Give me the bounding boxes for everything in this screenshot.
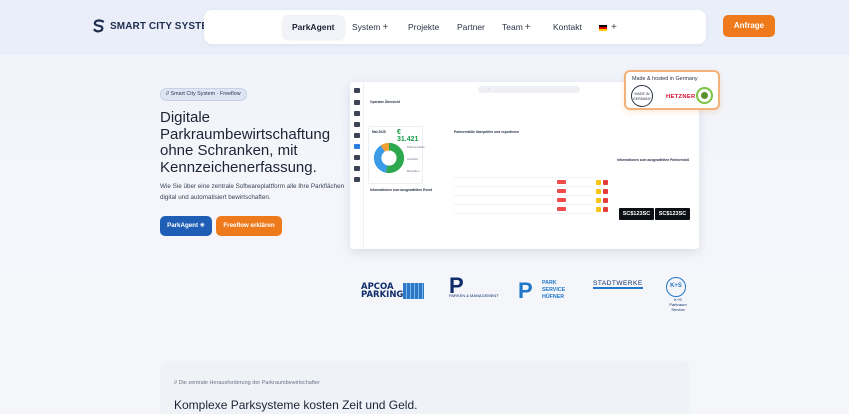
list-title: Parkverstöße überprüfen und exportieren	[454, 130, 520, 134]
headline-line: Parkraumbewirtschaftung	[160, 125, 331, 143]
status-badge	[557, 189, 566, 193]
delete-icon	[603, 198, 608, 203]
warning-icon	[596, 180, 601, 185]
partner-logo-stadtwerke: STADTWERKE	[593, 280, 643, 289]
anfrage-button[interactable]: Anfrage	[723, 15, 775, 37]
ks-logo-icon: K+S	[666, 277, 686, 297]
flag-de-icon	[599, 24, 607, 31]
mock-sidebar	[350, 82, 364, 249]
hetzner-logo: HETZNER	[666, 94, 696, 100]
globe-icon	[354, 133, 360, 138]
users-icon	[354, 166, 360, 171]
delete-icon	[603, 180, 608, 185]
made-in-germany-badge: Made & hosted in Germany MADE IN GERMANY…	[624, 70, 720, 110]
delete-icon	[603, 207, 608, 212]
partner-name: STADTWERKE	[593, 280, 643, 289]
headline-line: ohne Schranken, mit	[160, 142, 298, 159]
table-row	[454, 213, 594, 214]
grid-icon	[354, 111, 360, 116]
warning-icon	[596, 207, 601, 212]
mock-page-title: Operator Übersicht	[370, 100, 401, 104]
freeflow-button[interactable]: Freeflow erklären	[216, 216, 282, 236]
settings-icon	[354, 177, 360, 182]
apcoa-grid-icon	[403, 283, 424, 299]
donut-chart	[373, 142, 405, 174]
month-label: Mai 2025	[372, 130, 386, 134]
made-badge-title: Made & hosted in Germany	[632, 76, 698, 82]
nav-item-system[interactable]: System +	[352, 10, 388, 44]
status-badge	[557, 207, 566, 211]
nav-item-kontakt[interactable]: Kontakt	[553, 10, 582, 44]
partner-logo-ks: K+S K+S Parkraum Service	[666, 277, 690, 312]
hero-subtext: Wie Sie über eine zentrale Softwareplatt…	[160, 183, 345, 201]
partner-logo-parken-management: P PARKEN & MANAGEMENT	[449, 275, 499, 298]
partner-name: APCOA PARKING	[361, 282, 404, 300]
table-row	[454, 204, 594, 205]
camera-icon	[354, 155, 360, 160]
detail-title: Informationen zum ausgewählten Parkverst…	[617, 158, 690, 162]
headline-line: Kennzeichenerfassung.	[160, 158, 317, 176]
hero-badge: // Smart City System · Freeflow	[160, 88, 247, 101]
status-badge	[557, 180, 566, 184]
legend-item: Parkverstöße	[407, 145, 425, 149]
status-badge	[557, 198, 566, 202]
download-icon	[354, 122, 360, 127]
mock-search-input: ⌕	[478, 86, 580, 93]
language-switcher[interactable]: +	[599, 10, 617, 44]
license-plate-image: SC$123SC	[655, 208, 690, 220]
section-eyebrow: // Die zentrale Herausforderung der Park…	[174, 380, 320, 386]
license-plate-image: SC$123SC	[619, 208, 654, 220]
warning-icon	[596, 198, 601, 203]
table-row	[454, 177, 594, 178]
warning-icon	[596, 189, 601, 194]
sparkle-icon: ✳	[199, 222, 205, 229]
cloud-icon	[354, 144, 360, 149]
nav-item-partner[interactable]: Partner	[457, 10, 485, 44]
plus-icon: +	[611, 22, 617, 33]
main-navigation: ParkAgent System + Projekte Partner Team +…	[204, 10, 706, 44]
legend-item: Bezahlen	[407, 169, 420, 173]
nav-item-parkagent[interactable]: ParkAgent	[282, 15, 345, 39]
hero-headline: Digitale Parkraumbewirtschaftung ohne Sc…	[160, 109, 350, 176]
section-title: Komplexe Parksysteme kosten Zeit und Gel…	[174, 398, 418, 412]
legend-item: Ausfahrt	[407, 157, 419, 161]
delete-icon	[603, 189, 608, 194]
made-in-germany-seal: MADE IN GERMANY	[631, 85, 653, 107]
psh-logo-icon: P	[518, 278, 533, 303]
plus-icon: +	[524, 22, 531, 33]
plus-icon: +	[382, 22, 389, 33]
brand-name: SMART CITY SYSTEM	[110, 20, 217, 32]
partner-name: PARK SERVICE HÜFNER	[542, 280, 566, 300]
partner-logo-apcoa: APCOA PARKING	[361, 282, 424, 300]
menu-icon	[354, 88, 360, 93]
logo-icon	[93, 19, 105, 33]
partner-logo-park-service-huefner: P PARK SERVICE HÜFNER	[518, 278, 565, 303]
parkagent-button[interactable]: ParkAgent ✳	[160, 216, 212, 236]
event-title: Informationen zum ausgewählten Event	[370, 188, 433, 192]
nav-item-team[interactable]: Team +	[502, 10, 531, 44]
partner-name: PARKEN & MANAGEMENT	[449, 293, 499, 298]
partner-name: K+S Parkraum Service	[669, 297, 687, 312]
headline-line: Digitale	[160, 109, 211, 126]
table-row	[454, 195, 594, 196]
hetzner-seal-icon	[696, 87, 713, 104]
brand-logo[interactable]: SMART CITY SYSTEM	[93, 19, 217, 33]
home-icon	[354, 100, 360, 105]
nav-item-projekte[interactable]: Projekte	[408, 10, 439, 44]
table-row	[454, 186, 594, 187]
revenue-card: Mai 2025 € 31.421 Parkverstöße Ausfahrt …	[368, 126, 425, 184]
